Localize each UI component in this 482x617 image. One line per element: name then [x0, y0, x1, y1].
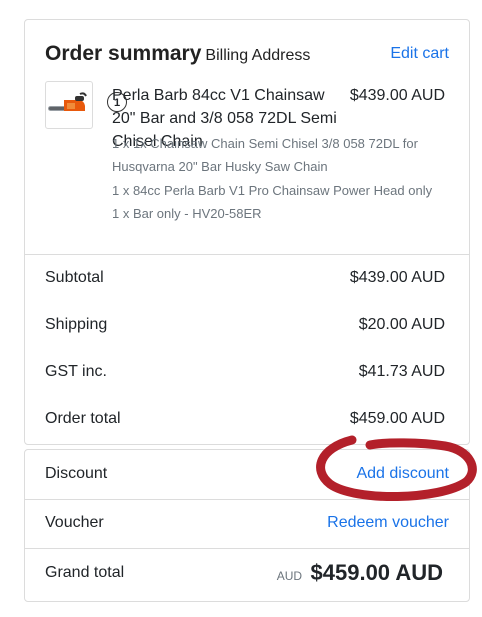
- subtotal-label: Subtotal: [45, 269, 104, 286]
- grand-total-amount: $459.00 AUD: [310, 560, 443, 585]
- order-summary-title: Order summary: [45, 42, 202, 65]
- grand-total-row: Grand total AUD $459.00 AUD: [25, 549, 469, 598]
- chainsaw-icon: [48, 92, 87, 111]
- gst-label: GST inc.: [45, 363, 107, 380]
- grand-total-label: Grand total: [45, 564, 125, 581]
- shipping-label: Shipping: [45, 316, 108, 333]
- shipping-value: $20.00 AUD: [358, 316, 445, 333]
- order-summary-header: Order summary Billing Address Edit cart: [45, 42, 449, 70]
- product-option-bar: 1 x Bar only - HV20-58ER: [112, 206, 262, 221]
- voucher-row: Voucher Redeem voucher: [25, 499, 469, 549]
- gst-value: $41.73 AUD: [358, 363, 445, 380]
- billing-address-subtitle: Billing Address: [205, 47, 311, 64]
- shipping-row: Shipping $20.00 AUD: [25, 302, 469, 349]
- totals-breakdown: Subtotal $439.00 AUD Shipping $20.00 AUD…: [25, 254, 469, 443]
- order-total-row: Order total $459.00 AUD: [25, 396, 469, 443]
- discount-label: Discount: [45, 465, 108, 482]
- order-total-value: $459.00 AUD: [349, 410, 445, 427]
- grand-total-currency: AUD: [276, 569, 303, 583]
- subtotal-row: Subtotal $439.00 AUD: [25, 255, 469, 302]
- gst-row: GST inc. $41.73 AUD: [25, 349, 469, 396]
- product-thumbnail: [45, 81, 93, 129]
- order-summary-card: Order summary Billing Address Edit cart 1…: [24, 19, 470, 445]
- discount-row: Discount Add discount: [25, 450, 469, 500]
- edit-cart-link[interactable]: Edit cart: [390, 45, 449, 63]
- product-price: $439.00 AUD: [349, 87, 445, 104]
- subtotal-value: $439.00 AUD: [349, 269, 445, 286]
- checkout-totals-card: Discount Add discount Voucher Redeem vou…: [24, 449, 470, 602]
- product-option-chain: 1 x 1x Chainsaw Chain Semi Chisel 3/8 05…: [112, 136, 418, 174]
- product-options: 1 x 1x Chainsaw Chain Semi Chisel 3/8 05…: [112, 132, 447, 225]
- order-total-label: Order total: [45, 410, 121, 427]
- redeem-voucher-link[interactable]: Redeem voucher: [327, 514, 449, 532]
- grand-total-value-group: AUD $459.00 AUD: [277, 560, 443, 586]
- product-option-power-head: 1 x 84cc Perla Barb V1 Pro Chainsaw Powe…: [112, 183, 433, 198]
- order-summary-heading: Order summary Billing Address: [45, 42, 310, 66]
- voucher-label: Voucher: [45, 514, 104, 531]
- add-discount-link[interactable]: Add discount: [356, 465, 449, 483]
